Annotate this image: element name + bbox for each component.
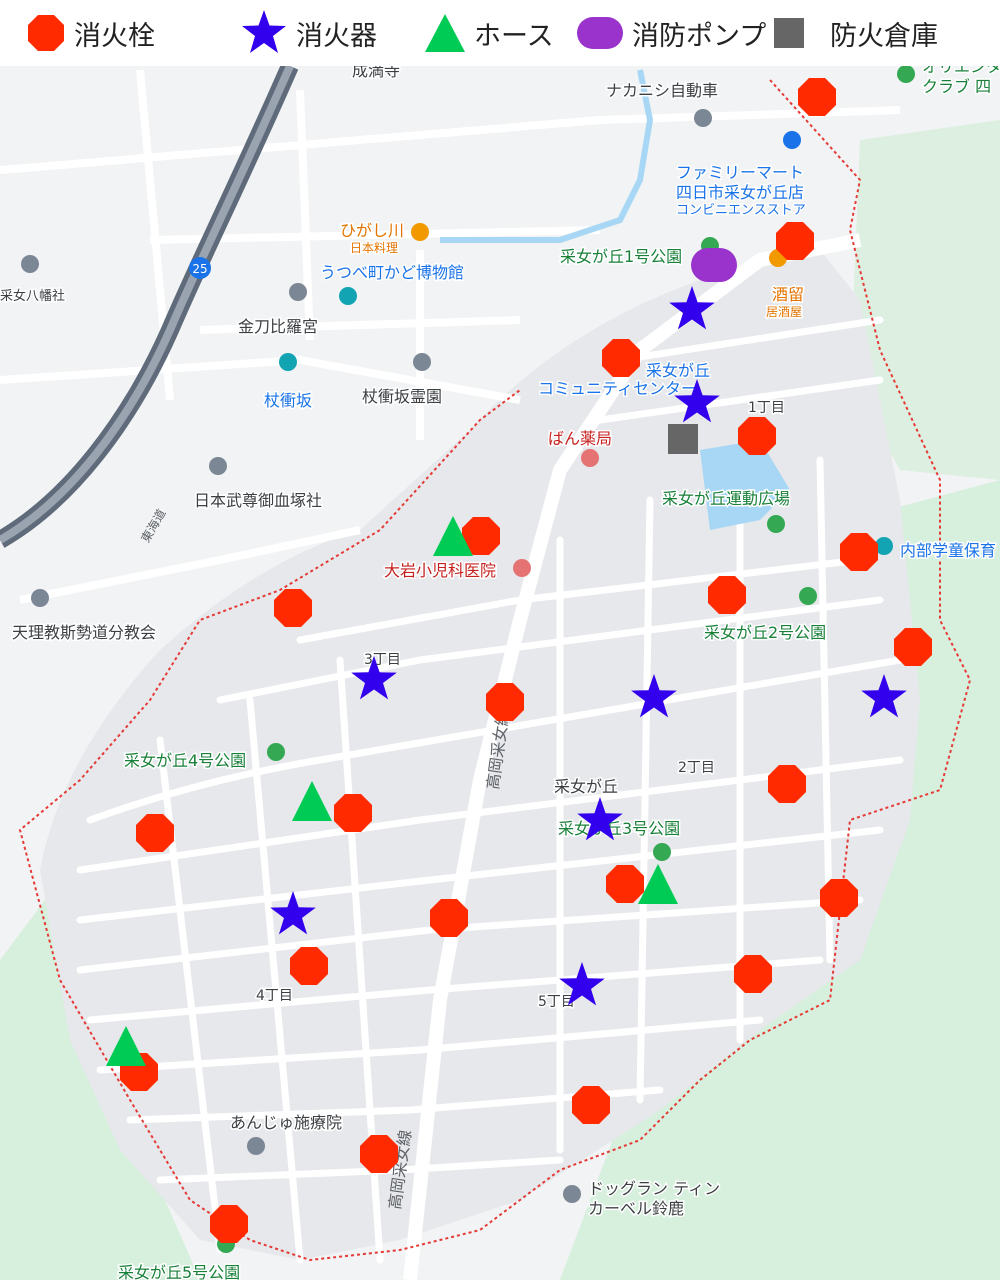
- legend-pump-label: 消防ポンプ: [632, 20, 767, 52]
- star-icon: [242, 10, 286, 53]
- hydrant-marker[interactable]: [894, 628, 932, 666]
- hydrant-marker[interactable]: [430, 899, 468, 937]
- place-pin-icon[interactable]: [563, 1185, 581, 1203]
- label-konpira: 金刀比羅宮: [238, 317, 318, 336]
- square-icon: [774, 18, 804, 48]
- label-sports-ground: 采女が丘運動広場: [662, 489, 790, 508]
- label-chome2: 2丁目: [678, 760, 715, 776]
- label-park2: 采女が丘2号公園: [704, 623, 826, 642]
- label-chome4: 4丁目: [256, 988, 293, 1004]
- route-number: 25: [192, 262, 207, 276]
- legend-hose: ホース: [424, 10, 554, 56]
- hydrant-marker[interactable]: [734, 955, 772, 993]
- hydrant-marker[interactable]: [606, 865, 644, 903]
- park-icon[interactable]: [267, 743, 285, 761]
- hydrant-marker[interactable]: [768, 765, 806, 803]
- label-park4: 采女が丘4号公園: [124, 751, 246, 770]
- hydrant-marker[interactable]: [136, 814, 174, 852]
- hydrant-marker[interactable]: [360, 1135, 398, 1173]
- hydrant-marker[interactable]: [602, 339, 640, 377]
- label-higashigawa-sub: 日本料理: [350, 241, 398, 255]
- legend-storehouse: 防火倉庫: [774, 10, 938, 56]
- label-community-2: コミュニティセンター: [538, 379, 697, 398]
- label-famima-2: 四日市采女が丘店: [676, 183, 804, 202]
- hospital-icon[interactable]: [513, 559, 531, 577]
- storehouse-marker[interactable]: [668, 424, 698, 454]
- legend-hydrant: 消火栓: [26, 10, 155, 56]
- pharmacy-icon[interactable]: [581, 449, 599, 467]
- hydrant-marker[interactable]: [572, 1086, 610, 1124]
- legend-storehouse-label: 防火倉庫: [830, 20, 938, 52]
- label-community-1: 采女が丘: [646, 361, 710, 380]
- place-pin-icon[interactable]: [31, 589, 49, 607]
- label-famima-1: ファミリーマート: [676, 163, 804, 182]
- hydrant-icon: [28, 15, 64, 51]
- label-ban-pharmacy: ばん薬局: [548, 429, 612, 448]
- pump-marker[interactable]: [691, 248, 737, 282]
- hydrant-marker[interactable]: [820, 879, 858, 917]
- label-park1: 采女が丘1号公園: [560, 247, 682, 266]
- label-jouganji: 成満寺: [352, 66, 400, 80]
- label-sakadome-sub: 居酒屋: [766, 305, 802, 319]
- hydrant-marker[interactable]: [210, 1205, 248, 1243]
- label-park3: 采女が丘3号公園: [558, 819, 680, 838]
- label-famima-3: コンビニエンスストア: [676, 203, 806, 218]
- label-anju: あんじゅ施療院: [230, 1113, 342, 1132]
- hydrant-marker[interactable]: [840, 533, 878, 571]
- place-pin-icon[interactable]: [247, 1137, 265, 1155]
- legend-hydrant-label: 消火栓: [74, 20, 155, 52]
- map-canvas[interactable]: 25 成満寺 ナカニシ自動車 オリエンタ クラブ 四 ファミリーマート 四日市采…: [0, 66, 1000, 1280]
- label-uneme-hachiman: 采女八幡社: [0, 288, 65, 304]
- legend-hose-label: ホース: [474, 20, 554, 52]
- label-oriental-club-2: クラブ 四: [922, 77, 991, 96]
- place-pin-icon[interactable]: [694, 109, 712, 127]
- park-icon[interactable]: [279, 353, 297, 371]
- sports-icon[interactable]: [767, 515, 785, 533]
- shrine-icon[interactable]: [209, 457, 227, 475]
- hydrant-marker[interactable]: [798, 78, 836, 116]
- label-chome3: 3丁目: [364, 652, 401, 668]
- park-icon[interactable]: [653, 843, 671, 861]
- store-icon[interactable]: [783, 131, 801, 149]
- label-park5: 采女が丘5号公園: [118, 1263, 240, 1280]
- legend: 消火栓 消火器 ホース 消防ポンプ 防火倉庫: [0, 0, 1000, 66]
- legend-pump: 消防ポンプ: [576, 10, 766, 56]
- label-museum: うつべ町かど博物館: [320, 263, 464, 282]
- hydrant-marker[interactable]: [334, 794, 372, 832]
- hydrant-marker[interactable]: [708, 576, 746, 614]
- label-chome1: 1丁目: [748, 400, 785, 416]
- label-dogrun-2: カーベル鈴鹿: [588, 1199, 684, 1218]
- label-nakanishi: ナカニシ自動車: [606, 81, 718, 100]
- hydrant-marker[interactable]: [776, 222, 814, 260]
- label-uneme-center: 采女が丘: [554, 777, 618, 796]
- label-yamato: 日本武尊御血塚社: [194, 491, 322, 510]
- label-gakudo: 内部学童保育: [900, 541, 996, 560]
- shrine-icon[interactable]: [289, 283, 307, 301]
- hydrant-marker[interactable]: [486, 683, 524, 721]
- legend-extinguisher-label: 消火器: [296, 20, 377, 52]
- label-oiwa-clinic: 大岩小児科医院: [384, 561, 496, 580]
- label-reien: 杖衝坂霊園: [362, 387, 442, 406]
- label-tsuesakazaka: 杖衝坂: [264, 391, 312, 410]
- legend-extinguisher: 消火器: [240, 10, 377, 56]
- label-dogrun-1: ドッグラン ティン: [588, 1179, 720, 1198]
- label-oriental-club-1: オリエンタ: [922, 66, 1000, 76]
- label-higashigawa: ひがし川: [340, 221, 404, 240]
- restaurant-icon[interactable]: [411, 223, 429, 241]
- museum-icon[interactable]: [339, 287, 357, 305]
- hydrant-marker[interactable]: [738, 417, 776, 455]
- triangle-icon: [425, 14, 465, 52]
- pill-icon: [577, 17, 623, 49]
- park-icon[interactable]: [799, 587, 817, 605]
- cemetery-icon[interactable]: [413, 353, 431, 371]
- hydrant-marker[interactable]: [274, 589, 312, 627]
- hydrant-marker[interactable]: [290, 947, 328, 985]
- place-pin-icon[interactable]: [21, 255, 39, 273]
- label-sakadome: 酒留: [772, 285, 804, 304]
- label-tenri: 天理教斯勢道分教会: [12, 623, 156, 642]
